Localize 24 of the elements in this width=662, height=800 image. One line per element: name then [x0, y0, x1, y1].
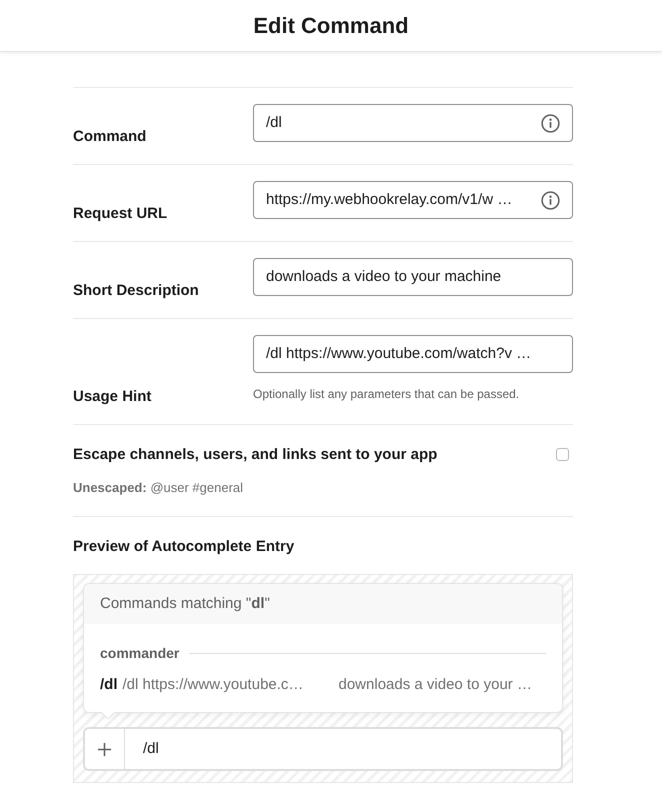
info-icon[interactable]: [541, 114, 560, 132]
command-description: downloads a video to your …: [338, 674, 532, 695]
field-label: Short Description: [73, 282, 200, 300]
message-field[interactable]: /dl: [125, 729, 561, 769]
text-field[interactable]: https://my.webhookrelay.com/v1/w …: [253, 181, 573, 219]
preview-heading: Preview of Autocomplete Entry: [73, 538, 296, 556]
plus-icon: [97, 742, 112, 756]
page-title: Edit Command: [253, 14, 409, 36]
help-text: Optionally list any parameters that can be passed.: [253, 386, 520, 402]
info-icon[interactable]: [541, 190, 560, 210]
escape-label: Escape channels, users, and links sent to your app: [73, 446, 438, 464]
field-label: Request URL: [73, 205, 168, 223]
autocomplete-item[interactable]: /dl /dl https://www.youtube.c… downloads a video to your …: [100, 675, 546, 695]
field-label: Command: [73, 128, 148, 146]
popup-header: Commands matching "dl": [84, 584, 562, 624]
text-field[interactable]: /dl: [253, 104, 573, 142]
escape-checkbox[interactable]: [556, 448, 569, 461]
text-field[interactable]: downloads a video to your machine: [253, 258, 573, 296]
unescaped-example: Unescaped: @user #general: [73, 480, 244, 496]
group-name: commander: [100, 645, 180, 661]
field-label: Usage Hint: [73, 388, 152, 406]
text-field[interactable]: /dl https://www.youtube.com/watch?v …: [253, 335, 573, 373]
command-name: /dl: [100, 674, 118, 695]
usage-hint: /dl https://www.youtube.c…: [122, 674, 304, 695]
